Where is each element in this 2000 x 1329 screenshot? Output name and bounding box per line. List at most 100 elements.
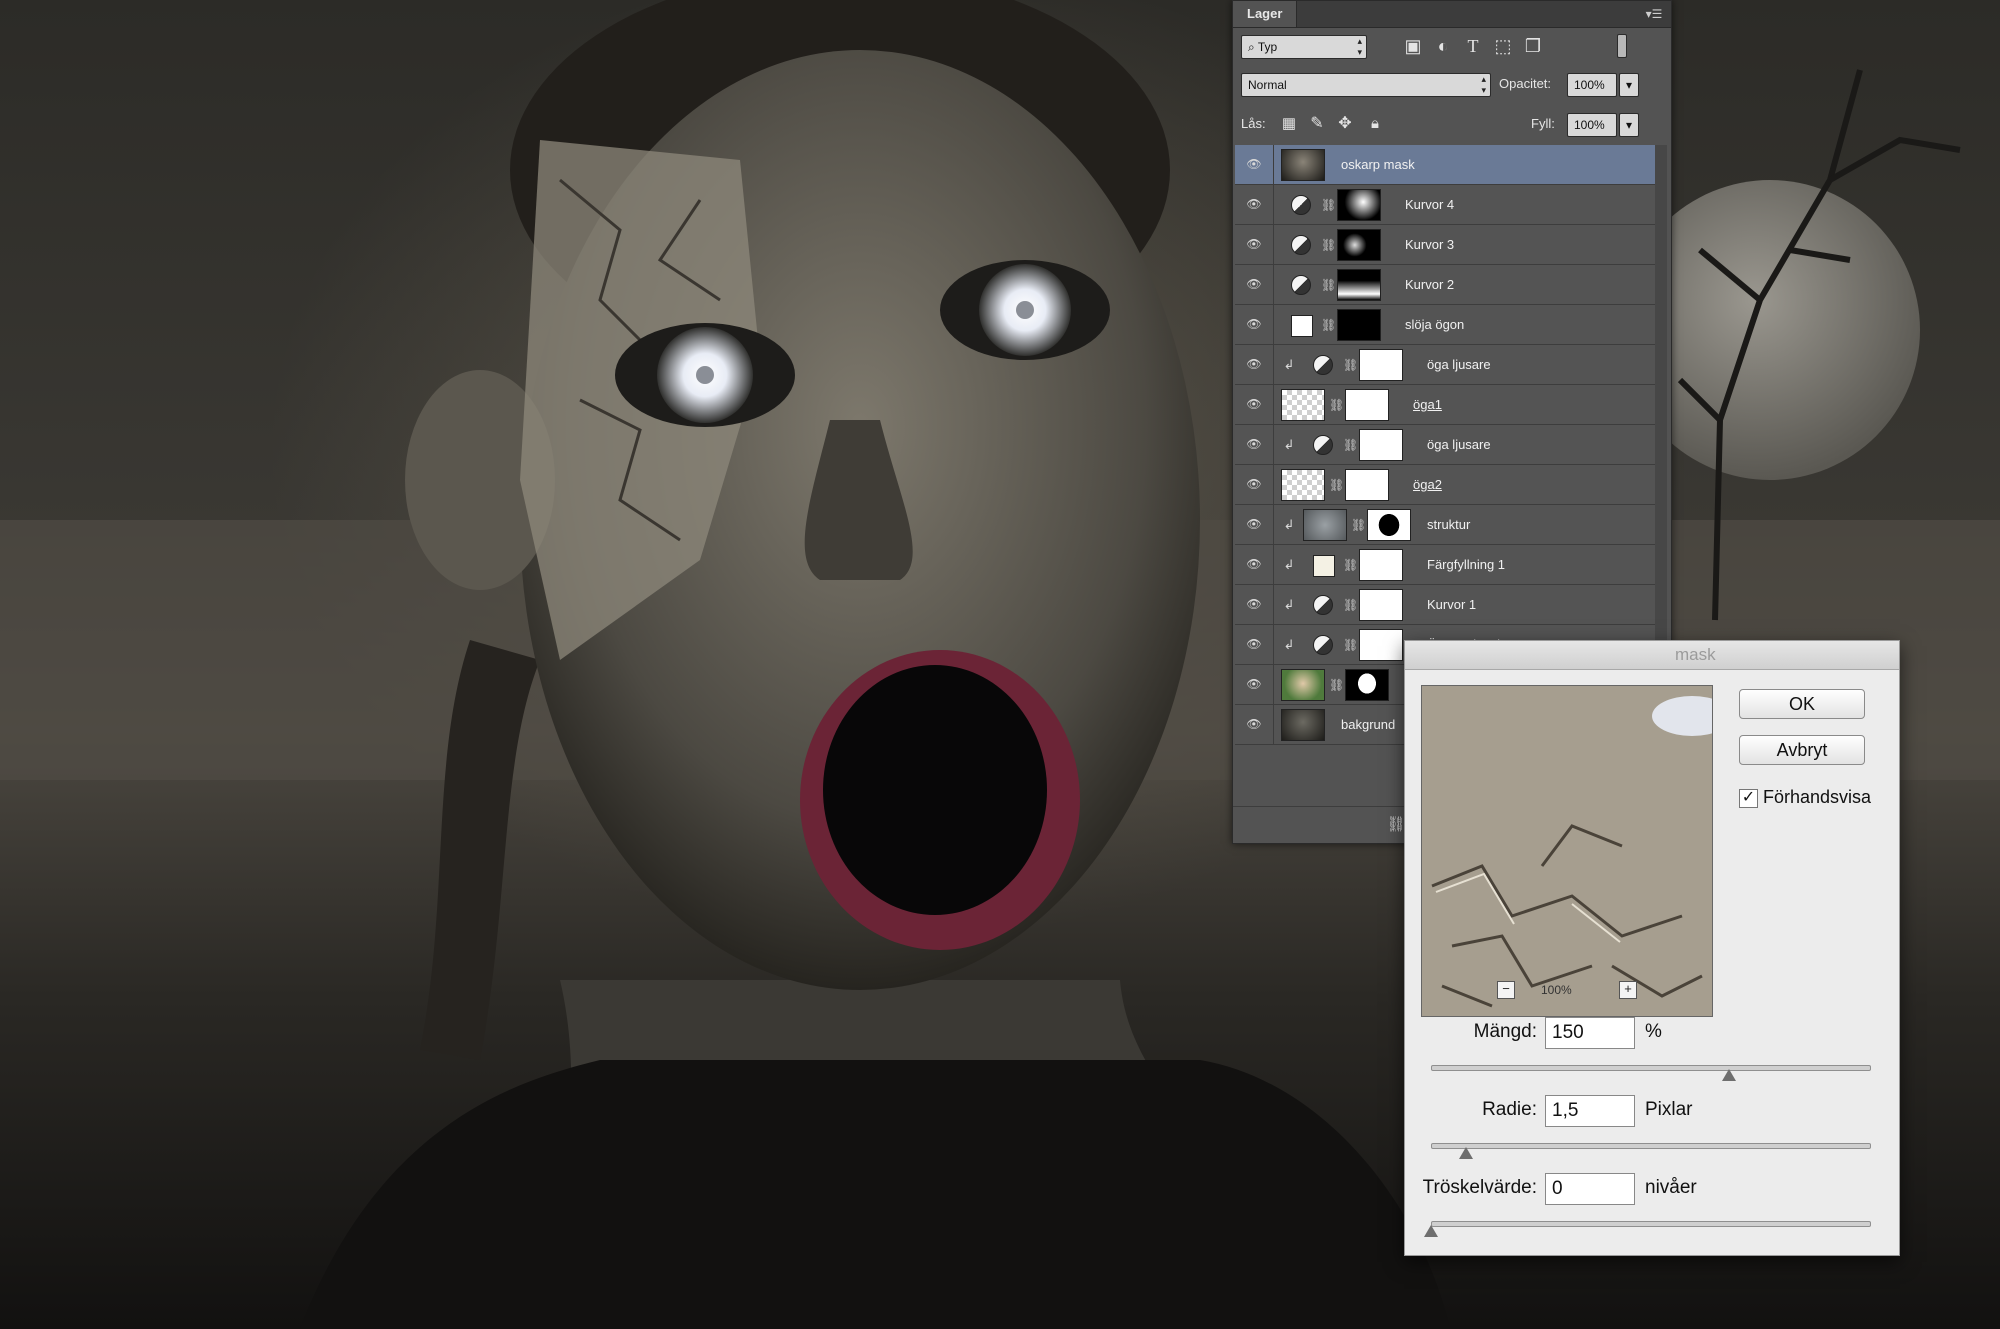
lock-position-icon[interactable]: ✥: [1333, 112, 1357, 136]
lock-all-icon[interactable]: 🔒︎: [1363, 112, 1387, 136]
mask-link-icon[interactable]: ⛓: [1321, 197, 1336, 213]
mask-link-icon[interactable]: ⛓: [1329, 677, 1344, 693]
layer-row[interactable]: 👁︎ ⛓ öga2: [1235, 465, 1655, 505]
lock-image-pixels-icon[interactable]: ✎: [1305, 112, 1329, 136]
mask-link-icon[interactable]: ⛓: [1321, 317, 1336, 333]
fill-label: Fyll:: [1531, 116, 1555, 131]
background-layer-thumbnail: [1281, 709, 1325, 741]
radius-slider-track[interactable]: [1431, 1143, 1871, 1149]
fill-dropdown-icon[interactable]: ▾: [1619, 113, 1639, 137]
filter-preview-window[interactable]: [1421, 685, 1713, 1017]
layer-row[interactable]: 👁︎ ⛓ Kurvor 4: [1235, 185, 1655, 225]
clipping-arrow-icon: ↲: [1283, 517, 1295, 532]
visibility-eye-icon[interactable]: 👁︎: [1245, 477, 1263, 491]
tab-layers[interactable]: Lager: [1233, 1, 1298, 27]
amount-input[interactable]: 150: [1545, 1017, 1635, 1049]
mask-link-icon[interactable]: ⛓: [1351, 517, 1366, 533]
layer-mask-thumbnail: [1367, 509, 1411, 541]
threshold-slider-thumb[interactable]: [1424, 1225, 1438, 1237]
preview-checkbox[interactable]: ✓: [1739, 789, 1758, 808]
radius-label: Radie:: [1482, 1099, 1537, 1120]
visibility-eye-icon[interactable]: 👁︎: [1245, 157, 1263, 171]
layer-name: öga ljusare: [1427, 357, 1491, 372]
layer-name: öga ljusare: [1427, 437, 1491, 452]
layer-row[interactable]: 👁︎ ⛓ Kurvor 2: [1235, 265, 1655, 305]
visibility-eye-icon[interactable]: 👁︎: [1245, 677, 1263, 691]
layer-mask-thumbnail: [1337, 189, 1381, 221]
mask-link-icon[interactable]: ⛓: [1343, 637, 1358, 653]
layer-row[interactable]: 👁︎ oskarp mask: [1235, 145, 1655, 185]
visibility-eye-icon[interactable]: 👁︎: [1245, 237, 1263, 251]
adjustment-filter-icon[interactable]: ◐: [1431, 34, 1455, 58]
layer-name: oskarp mask: [1341, 157, 1415, 172]
layer-row[interactable]: 👁︎ ⛓ slöja ögon: [1235, 305, 1655, 345]
visibility-eye-icon[interactable]: 👁︎: [1245, 357, 1263, 371]
layer-row[interactable]: 👁︎ ↲ ⛓ Kurvor 1: [1235, 585, 1655, 625]
clipping-arrow-icon: ↲: [1283, 637, 1295, 652]
visibility-eye-icon[interactable]: 👁︎: [1245, 277, 1263, 291]
layer-mask-thumbnail: [1359, 629, 1403, 661]
mask-link-icon[interactable]: ⛓: [1321, 277, 1336, 293]
layer-filter-select[interactable]: ⌕ Typ ▴ ▾: [1241, 35, 1367, 59]
mask-link-icon[interactable]: ⛓: [1329, 397, 1344, 413]
amount-slider-track[interactable]: [1431, 1065, 1871, 1071]
opacity-dropdown-icon[interactable]: ▾: [1619, 73, 1639, 97]
smart-object-filter-icon[interactable]: ❐: [1521, 34, 1545, 58]
visibility-eye-icon[interactable]: 👁︎: [1245, 637, 1263, 651]
visibility-eye-icon[interactable]: 👁︎: [1245, 557, 1263, 571]
shirt: [300, 1060, 1450, 1329]
threshold-label: Tröskelvärde:: [1422, 1177, 1537, 1198]
select-arrows-icon: ▴ ▾: [1357, 36, 1362, 57]
visibility-eye-icon[interactable]: 👁︎: [1245, 717, 1263, 731]
cancel-button[interactable]: Avbryt: [1739, 735, 1865, 765]
panel-menu-icon[interactable]: ▾☰: [1643, 7, 1665, 21]
layer-row[interactable]: 👁︎ ↲ ⛓ Färgfyllning 1: [1235, 545, 1655, 585]
ok-button[interactable]: OK: [1739, 689, 1865, 719]
clipping-arrow-icon: ↲: [1283, 557, 1295, 572]
visibility-eye-icon[interactable]: 👁︎: [1245, 597, 1263, 611]
mask-link-icon[interactable]: ⛓: [1329, 477, 1344, 493]
shape-filter-icon[interactable]: ⬚: [1491, 34, 1515, 58]
mask-link-icon[interactable]: ⛓: [1343, 357, 1358, 373]
visibility-eye-icon[interactable]: 👁︎: [1245, 517, 1263, 531]
visibility-eye-icon[interactable]: 👁︎: [1245, 197, 1263, 211]
curves-adjustment-icon: [1291, 275, 1311, 295]
clipping-arrow-icon: ↲: [1283, 357, 1295, 372]
radius-slider-thumb[interactable]: [1459, 1147, 1474, 1159]
photo-layer-thumbnail: [1281, 669, 1325, 701]
mask-link-icon[interactable]: ⛓: [1343, 557, 1358, 573]
mask-link-icon[interactable]: ⛓: [1343, 437, 1358, 453]
threshold-slider-track[interactable]: [1431, 1221, 1871, 1227]
layer-mask-thumbnail: [1337, 229, 1381, 261]
zoom-in-button[interactable]: +: [1619, 981, 1637, 999]
image-filter-icon[interactable]: ▣: [1401, 34, 1425, 58]
visibility-eye-icon[interactable]: 👁︎: [1245, 317, 1263, 331]
zoom-out-button[interactable]: −: [1497, 981, 1515, 999]
layer-row[interactable]: 👁︎ ↲ ⛓ struktur: [1235, 505, 1655, 545]
visibility-eye-icon[interactable]: 👁︎: [1245, 397, 1263, 411]
select-arrows-icon: ▴ ▾: [1481, 74, 1486, 95]
mask-link-icon[interactable]: ⛓: [1343, 597, 1358, 613]
layer-row[interactable]: 👁︎ ⛓ Kurvor 3: [1235, 225, 1655, 265]
layer-row[interactable]: 👁︎ ⛓ öga1: [1235, 385, 1655, 425]
radius-input[interactable]: 1,5: [1545, 1095, 1635, 1127]
lock-transparent-pixels-icon[interactable]: ▦: [1277, 112, 1301, 136]
blend-mode-select[interactable]: Normal ▴ ▾: [1241, 73, 1491, 97]
dialog-titlebar[interactable]: mask: [1405, 641, 1899, 670]
layer-filter-label: Typ: [1257, 40, 1278, 54]
texture-thumbnail: [1303, 509, 1347, 541]
curves-adjustment-icon: [1291, 235, 1311, 255]
layer-row[interactable]: 👁︎ ↲ ⛓ öga ljusare: [1235, 425, 1655, 465]
filter-toggle[interactable]: [1617, 34, 1627, 58]
opacity-input[interactable]: 100%: [1567, 73, 1617, 97]
visibility-eye-icon[interactable]: 👁︎: [1245, 437, 1263, 451]
opacity-label: Opacitet:: [1499, 76, 1552, 91]
amount-slider-thumb[interactable]: [1721, 1069, 1736, 1081]
layer-row[interactable]: 👁︎ ↲ ⛓ öga ljusare: [1235, 345, 1655, 385]
fill-input[interactable]: 100%: [1567, 113, 1617, 137]
mask-link-icon[interactable]: ⛓: [1321, 237, 1336, 253]
threshold-input[interactable]: 0: [1545, 1173, 1635, 1205]
type-filter-icon[interactable]: T: [1461, 34, 1485, 58]
clipping-arrow-icon: ↲: [1283, 597, 1295, 612]
preview-texture: [1422, 686, 1712, 1016]
